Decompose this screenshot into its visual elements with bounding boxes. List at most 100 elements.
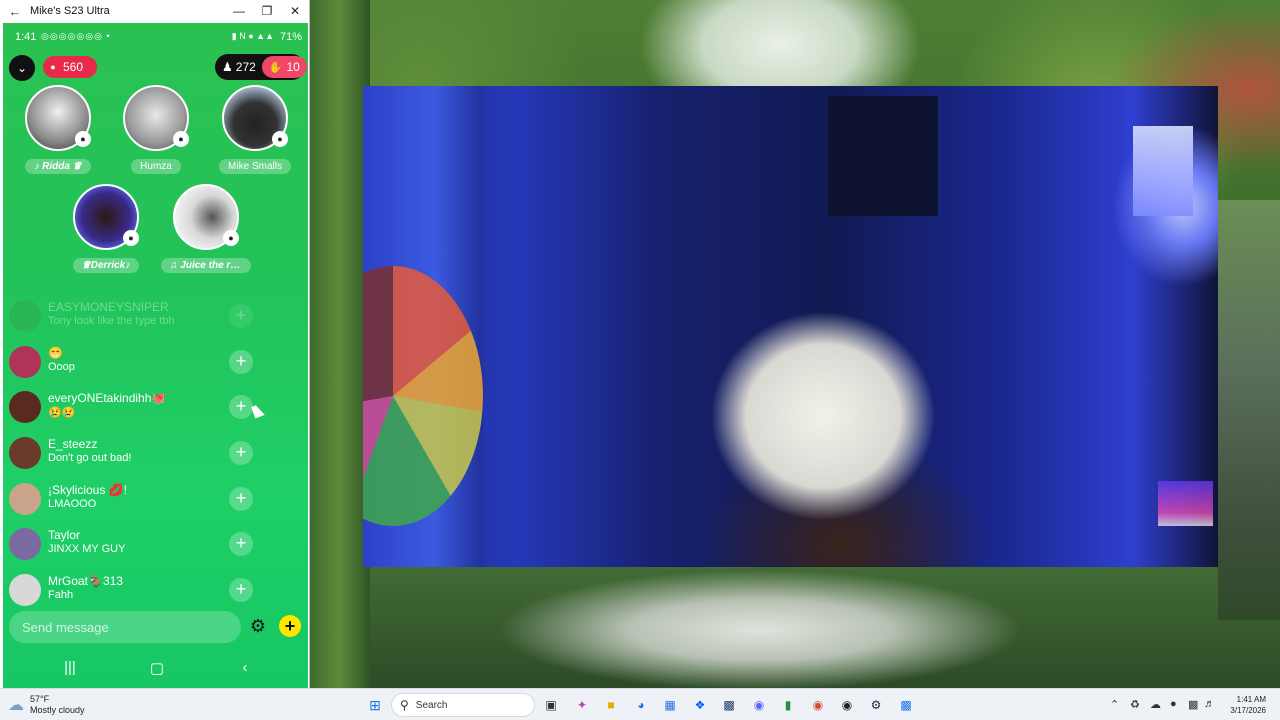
chat-username[interactable]: 😁 xyxy=(48,346,63,360)
notification-app-icon[interactable]: ▩ xyxy=(896,695,916,715)
follow-plus-icon[interactable]: + xyxy=(229,349,253,374)
guest-tile[interactable]: ● ♛Derrick♪ xyxy=(61,184,151,278)
chrome-icon[interactable]: ◉ xyxy=(808,695,828,715)
collapse-chevron-button[interactable]: ⌄ xyxy=(9,55,35,81)
chat-avatar[interactable] xyxy=(9,482,41,515)
steam-icon[interactable]: ⚙ xyxy=(866,695,886,715)
coin-icon: ● xyxy=(50,62,56,72)
weather-temp: 57°F xyxy=(30,694,50,704)
mic-icon: ● xyxy=(75,131,91,147)
chat-avatar[interactable] xyxy=(9,528,41,561)
hand-icon: ✋ xyxy=(268,61,283,74)
follow-plus-icon[interactable]: + xyxy=(229,578,253,603)
chat-avatar[interactable] xyxy=(9,574,41,607)
windows-start-icon[interactable]: ⊞ xyxy=(365,695,385,715)
edge-icon[interactable]: ◕ xyxy=(631,695,651,715)
weather-widget[interactable]: ☁ 57°F Mostly cloudy xyxy=(8,693,85,717)
add-circle-icon[interactable]: + xyxy=(279,615,301,637)
follow-plus-icon[interactable]: + xyxy=(229,486,253,511)
chat-avatar[interactable] xyxy=(9,391,41,424)
chat-username[interactable]: E_steezz xyxy=(48,437,97,451)
live-topbar: ⌄ ● 560 ♟ 272 ✋ 10 xyxy=(3,53,308,81)
onedrive-icon[interactable]: ☁ xyxy=(1150,698,1161,711)
guest-name: ♫ Juice the rippe... xyxy=(161,258,251,273)
phone-link-icon[interactable]: ▮ xyxy=(778,695,798,715)
taskbar-clock[interactable]: 1:41 AM 3/17/2026 xyxy=(1230,694,1266,716)
minimize-button[interactable]: — xyxy=(225,4,253,18)
android-nav-bar: ||| ▢ ‹ xyxy=(3,655,308,685)
network-icon[interactable]: ▩ xyxy=(1188,698,1198,711)
gear-icon[interactable]: ⚙ xyxy=(247,615,269,637)
store-icon[interactable]: ▦ xyxy=(660,695,680,715)
chat-message: 😁 Ooop + xyxy=(3,339,308,385)
back-arrow-icon[interactable]: ← xyxy=(0,4,30,19)
copilot-icon[interactable]: ✦ xyxy=(572,695,592,715)
chat-message: E_steezz Don't go out bad! + xyxy=(3,430,308,476)
chat-username[interactable]: ¡Skylicious 💋! xyxy=(48,483,127,497)
chat-text: JINXX MY GUY xyxy=(48,543,126,556)
wallpaper-foliage xyxy=(310,0,370,688)
likes-badge: ✋ 10 xyxy=(261,56,307,78)
guest-name: Humza xyxy=(131,159,181,174)
app-icon[interactable]: ▩ xyxy=(719,695,739,715)
battery-level: 71% xyxy=(279,31,302,43)
chat-text: 😢😢 xyxy=(48,407,76,420)
phone-status-bar: 1:41 ◎◎◎◎◎◎◎ • ▮ N ● ▲▲ 71% xyxy=(3,31,308,47)
follow-plus-icon[interactable]: + xyxy=(229,532,253,557)
chat-username[interactable]: EASYMONEYSNIPER xyxy=(48,300,169,314)
search-label: Search xyxy=(415,699,448,711)
chat-text: Don't go out bad! xyxy=(48,452,132,465)
taskbar-search[interactable]: ⚲ Search xyxy=(391,693,535,717)
follow-plus-icon[interactable]: + xyxy=(229,304,253,328)
follow-plus-icon[interactable]: + xyxy=(229,441,253,466)
chat-text: Ooop xyxy=(48,360,75,373)
recents-icon[interactable]: ||| xyxy=(55,659,85,676)
guest-tile[interactable]: ● ♫ Juice the rippe... xyxy=(161,184,251,278)
microphone-icon[interactable]: ● xyxy=(1170,698,1177,710)
windows-taskbar: ☁ 57°F Mostly cloudy ⊞ ⚲ Search ▣ ✦ ■ ◕ … xyxy=(0,688,1280,720)
window-titlebar: ← Mike's S23 Ultra — ❐ ✕ xyxy=(0,0,309,22)
guest-avatar: ● xyxy=(123,85,189,151)
video-lamp xyxy=(1133,126,1193,216)
close-button[interactable]: ✕ xyxy=(281,4,309,18)
send-message-input[interactable] xyxy=(9,611,241,643)
stream-stats[interactable]: ♟ 272 ✋ 10 xyxy=(215,54,307,80)
mic-icon: ● xyxy=(123,230,139,246)
chat-message: Taylor JINXX MY GUY + xyxy=(3,521,308,567)
dropbox-icon[interactable]: ❖ xyxy=(690,695,710,715)
home-icon[interactable]: ▢ xyxy=(142,659,172,677)
discord-icon[interactable]: ◉ xyxy=(749,695,769,715)
chat-list[interactable]: EASYMONEYSNIPER Tony look like the type … xyxy=(3,293,308,613)
guest-tile[interactable]: ● Humza xyxy=(111,85,201,179)
video-fireplace xyxy=(1158,481,1213,526)
tray-app-icon[interactable]: ♻ xyxy=(1130,698,1140,711)
guest-tile[interactable]: ● ♪ Ridda ♛ xyxy=(13,85,103,179)
mic-icon: ● xyxy=(223,230,239,246)
restore-button[interactable]: ❐ xyxy=(253,4,281,18)
obs-icon[interactable]: ◉ xyxy=(837,695,857,715)
chat-avatar[interactable] xyxy=(9,345,41,378)
chat-username[interactable]: Taylor xyxy=(48,528,80,542)
wallpaper-cliff xyxy=(1218,200,1280,620)
chat-avatar[interactable] xyxy=(9,437,41,470)
coin-badge[interactable]: ● 560 xyxy=(43,56,97,78)
chat-avatar[interactable] xyxy=(9,300,41,332)
back-chevron-icon[interactable]: ‹ xyxy=(230,659,260,676)
cloud-icon: ☁ xyxy=(8,697,24,714)
coin-count: 560 xyxy=(63,60,84,74)
chat-username[interactable]: everyONEtakindihh🐙 xyxy=(48,391,166,405)
clock-date: 3/17/2026 xyxy=(1230,706,1266,715)
chat-username[interactable]: MrGoat🐐313 xyxy=(48,574,123,588)
file-explorer-icon[interactable]: ■ xyxy=(601,695,621,715)
task-view-icon[interactable]: ▣ xyxy=(541,695,561,715)
guest-tile[interactable]: ● Mike Smalls xyxy=(210,85,300,179)
viewers-icon: ♟ xyxy=(222,60,233,74)
volume-icon[interactable]: ♬ xyxy=(1204,698,1215,710)
chat-message: EASYMONEYSNIPER Tony look like the type … xyxy=(3,293,308,339)
video-banner xyxy=(828,96,938,216)
guest-avatar: ● xyxy=(25,85,91,151)
tray-chevron-icon[interactable]: ⌃ xyxy=(1110,698,1119,711)
follow-plus-icon[interactable]: + xyxy=(229,395,253,420)
chat-text: LMAOOO xyxy=(48,497,97,510)
window-title: Mike's S23 Ultra xyxy=(30,5,110,17)
